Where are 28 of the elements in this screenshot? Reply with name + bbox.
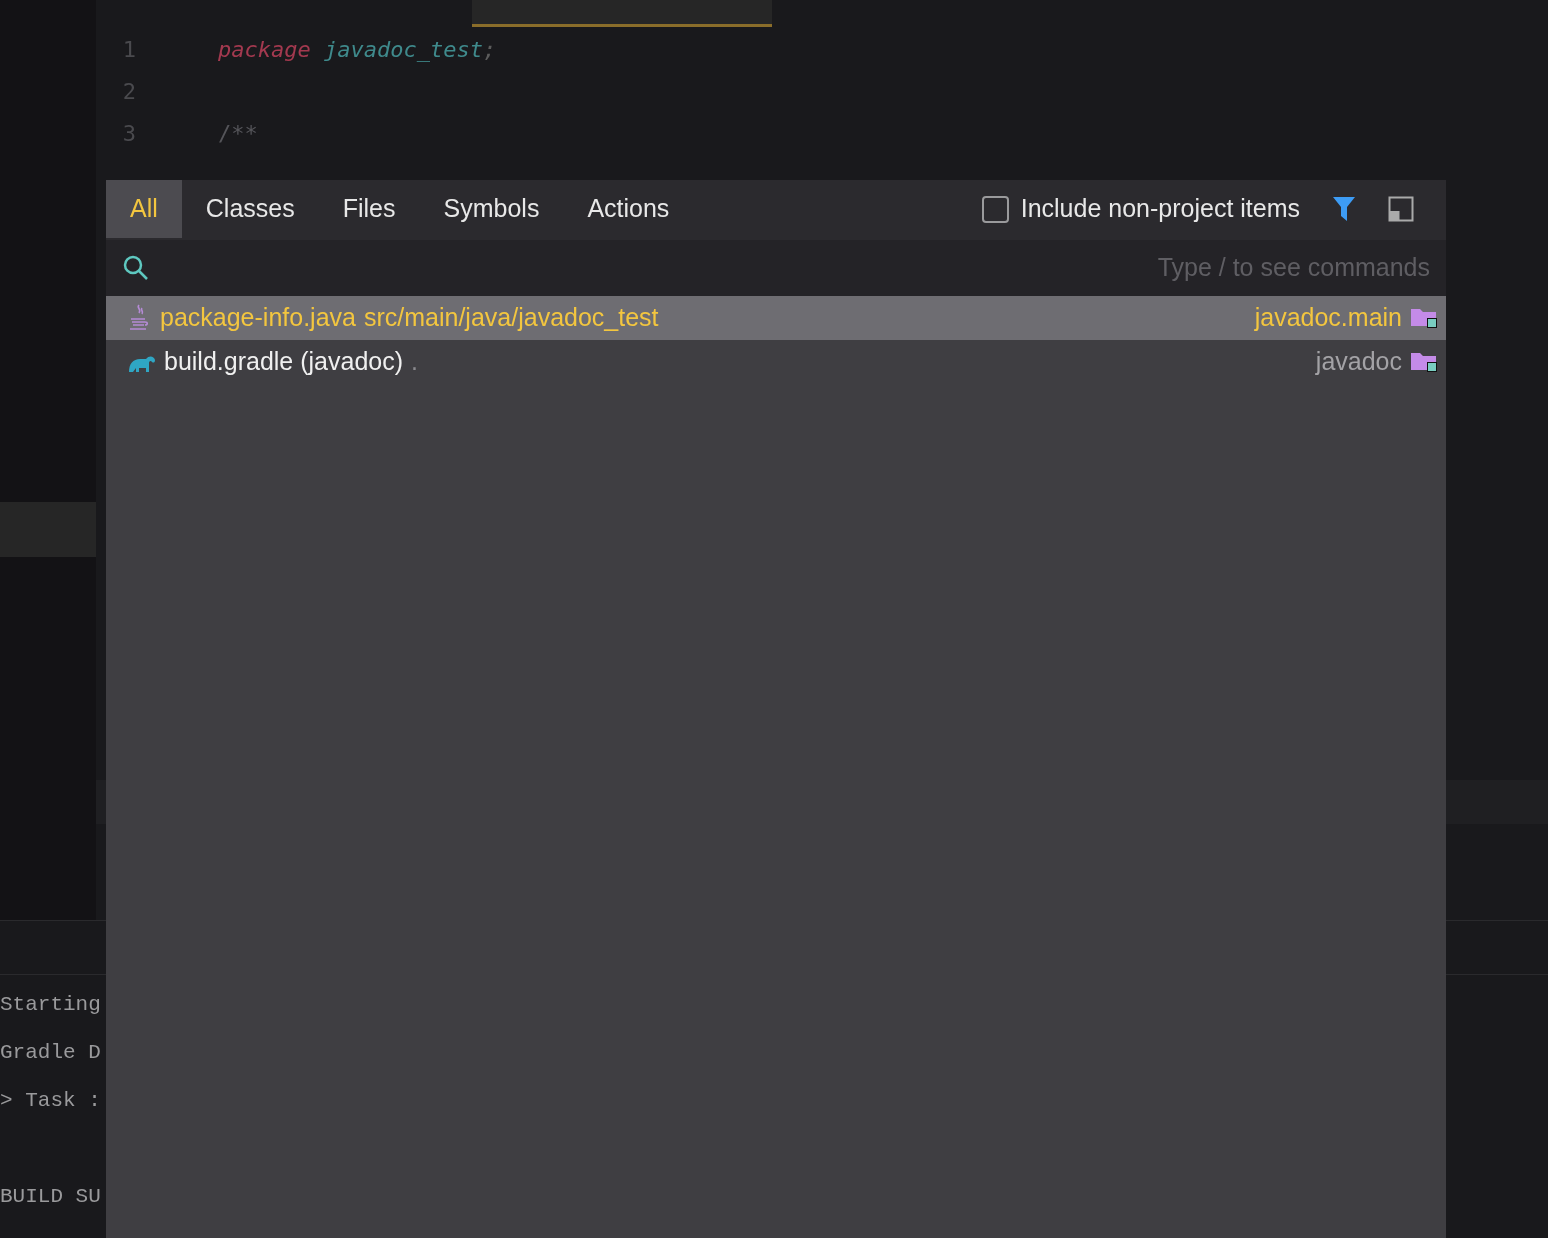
terminal-line: Gradle D [0,1040,101,1067]
terminal-line: BUILD SU [0,1184,101,1211]
code-line: package javadoc_test; [218,35,497,64]
search-input[interactable]: Type / to see commands [166,249,1430,287]
file-name: build.gradle (javadoc) [164,346,404,378]
preview-panel-icon[interactable] [1388,196,1414,222]
terminal-line: > Task : [0,1088,101,1115]
module-folder-icon [1410,350,1438,374]
file-path: src/main/java/javadoc_test [363,302,659,334]
file-name: package-info.java [160,302,356,334]
filter-icon[interactable] [1332,196,1356,222]
tab[interactable]: Actions [563,180,694,238]
tab[interactable]: Files [318,180,420,238]
checkbox-label: Include non-project items [1020,193,1300,225]
code-comment: /** [218,119,258,148]
module-name: javadoc.main [1254,302,1402,334]
terminal-line: Starting [0,992,101,1019]
search-field[interactable]: Type / to see commands [106,238,1446,296]
module-folder-icon [1410,306,1438,330]
module-name: javadoc [1315,346,1402,378]
tab[interactable]: Classes [181,180,319,238]
result-row[interactable]: build.gradle (javadoc) . javadoc [106,340,1446,384]
editor-tab[interactable] [472,0,772,27]
checkbox[interactable] [981,195,1009,223]
search-icon [122,254,150,282]
tab[interactable]: All [106,180,182,238]
tab[interactable]: Symbols [419,180,564,238]
file-path: . [411,346,418,378]
